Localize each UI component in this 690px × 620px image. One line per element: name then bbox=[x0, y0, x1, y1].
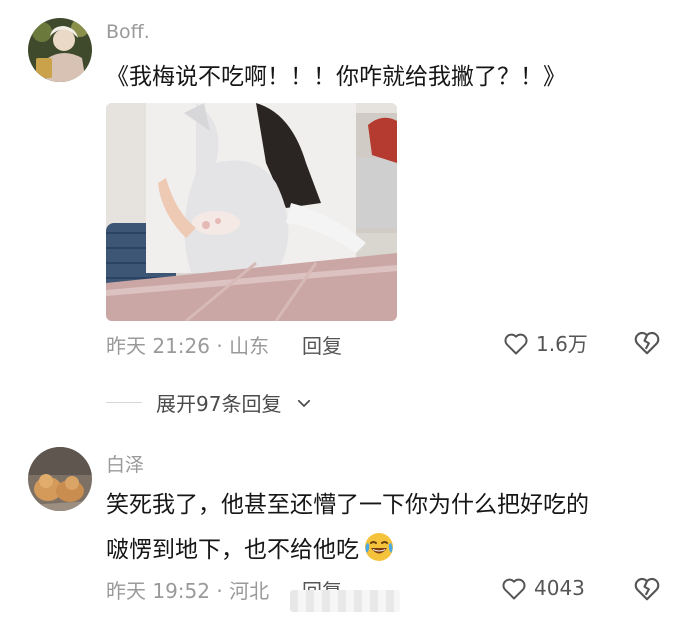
like-count: 4043 bbox=[534, 576, 585, 600]
chevron-down-icon bbox=[295, 394, 313, 412]
comment-image[interactable] bbox=[106, 103, 397, 321]
comment-text-line2: 啵愣到地下，也不给他吃 bbox=[106, 531, 395, 568]
expand-replies-button[interactable]: 展开97条回复 bbox=[106, 388, 313, 417]
divider bbox=[106, 402, 142, 403]
like-button[interactable]: 1.6万 bbox=[502, 328, 588, 357]
broken-heart-icon[interactable] bbox=[632, 573, 662, 603]
avatar[interactable] bbox=[28, 447, 92, 511]
laughing-tears-emoji-icon bbox=[363, 531, 395, 563]
like-count: 1.6万 bbox=[536, 332, 588, 356]
reply-button[interactable]: 回复 bbox=[302, 330, 342, 359]
comment-meta: 昨天 19:52 · 河北 bbox=[106, 579, 270, 603]
like-button[interactable]: 4043 bbox=[500, 574, 585, 602]
avatar[interactable] bbox=[28, 18, 92, 82]
expand-replies-label: 展开97条回复 bbox=[156, 392, 282, 416]
username[interactable]: 白泽 bbox=[106, 450, 144, 477]
comment-text: 啵愣到地下，也不给他吃 bbox=[106, 537, 359, 563]
heart-outline-icon bbox=[502, 329, 530, 357]
broken-heart-icon[interactable] bbox=[632, 327, 662, 357]
comment-text: 《我梅说不吃啊！！！你咋就给我撇了？！》 bbox=[106, 64, 566, 90]
heart-outline-icon bbox=[500, 574, 528, 602]
redaction-bar bbox=[290, 590, 400, 612]
comment-meta: 昨天 21:26 · 山东 bbox=[106, 334, 270, 358]
comment-text: 笑死我了，他甚至还懵了一下你为什么把好吃的 bbox=[106, 492, 589, 518]
username[interactable]: Boff. bbox=[106, 21, 150, 43]
